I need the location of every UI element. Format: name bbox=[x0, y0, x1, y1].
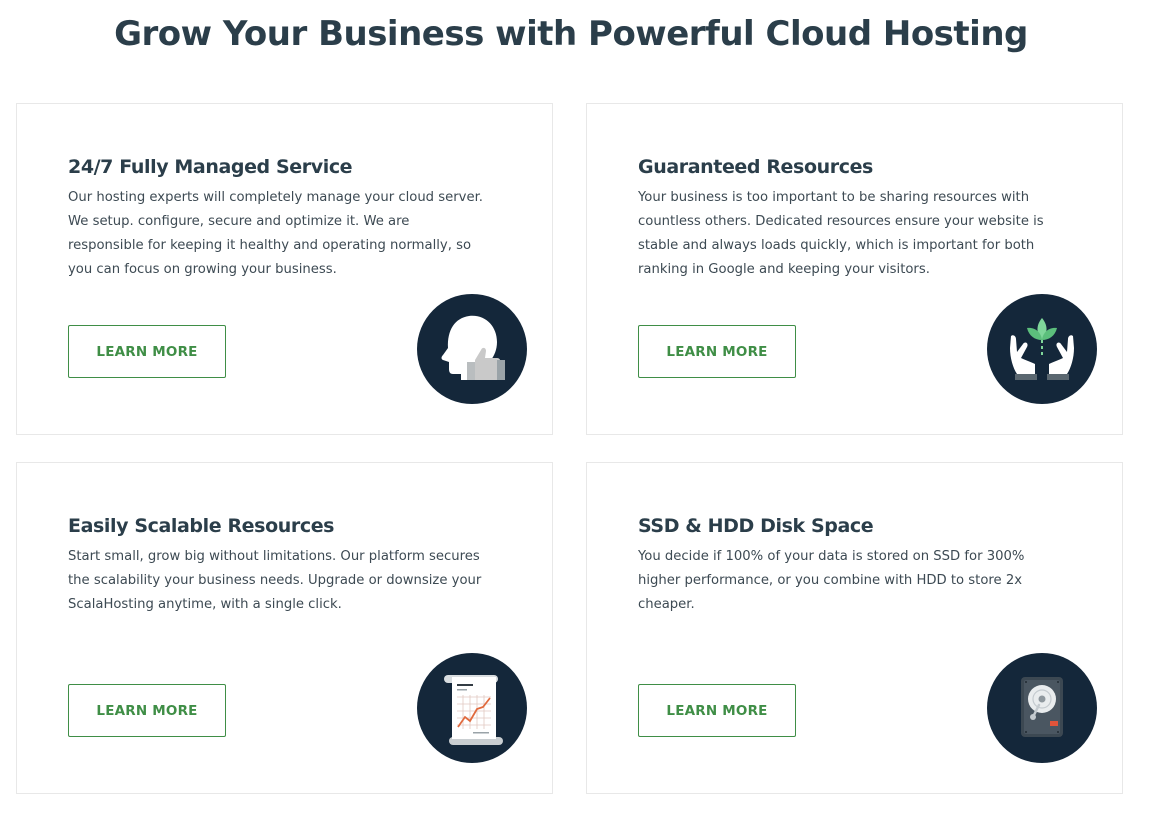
feature-card-scalable-resources: Easily Scalable Resources Start small, g… bbox=[16, 462, 553, 794]
hands-plant-icon bbox=[987, 294, 1097, 404]
card-title: SSD & HDD Disk Space bbox=[638, 515, 874, 537]
feature-card-guaranteed-resources: Guaranteed Resources Your business is to… bbox=[586, 103, 1123, 435]
feature-card-disk-space: SSD & HDD Disk Space You decide if 100% … bbox=[586, 462, 1123, 794]
card-title: Guaranteed Resources bbox=[638, 156, 873, 178]
page-title: Grow Your Business with Powerful Cloud H… bbox=[114, 14, 1028, 54]
growth-chart-scroll-icon bbox=[417, 653, 527, 763]
learn-more-button[interactable]: LEARN MORE bbox=[638, 684, 796, 737]
learn-more-button[interactable]: LEARN MORE bbox=[68, 325, 226, 378]
head-thumbs-up-icon bbox=[417, 294, 527, 404]
card-title: Easily Scalable Resources bbox=[68, 515, 335, 537]
card-description: Start small, grow big without limitation… bbox=[68, 549, 482, 612]
card-description: Your business is too important to be sha… bbox=[638, 190, 1044, 277]
learn-more-button[interactable]: LEARN MORE bbox=[638, 325, 796, 378]
card-description: Our hosting experts will completely mana… bbox=[68, 190, 483, 277]
learn-more-button[interactable]: LEARN MORE bbox=[68, 684, 226, 737]
card-title: 24/7 Fully Managed Service bbox=[68, 156, 353, 178]
feature-card-managed-service: 24/7 Fully Managed Service Our hosting e… bbox=[16, 103, 553, 435]
hard-disk-icon bbox=[987, 653, 1097, 763]
card-description: You decide if 100% of your data is store… bbox=[638, 549, 1025, 612]
